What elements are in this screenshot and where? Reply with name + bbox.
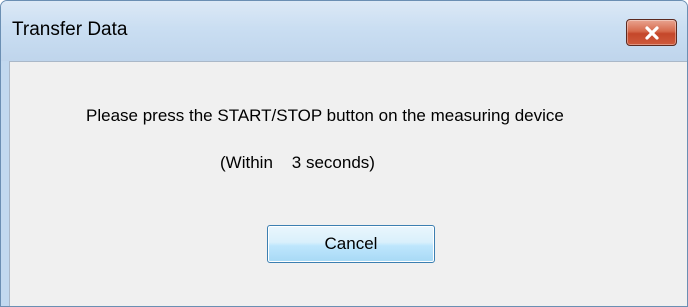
timeout-countdown: (Within 3 seconds): [220, 153, 375, 172]
instruction-message: Please press the START/STOP button on th…: [86, 106, 564, 125]
title-bar[interactable]: Transfer Data: [1, 1, 687, 61]
dialog-body: Please press the START/STOP button on th…: [9, 61, 687, 306]
window-title: Transfer Data: [12, 19, 128, 40]
cancel-button[interactable]: Cancel: [267, 225, 435, 263]
transfer-data-dialog: Transfer Data Please press the START/STO…: [0, 0, 688, 307]
close-icon: [627, 20, 676, 45]
close-button[interactable]: [626, 19, 677, 46]
